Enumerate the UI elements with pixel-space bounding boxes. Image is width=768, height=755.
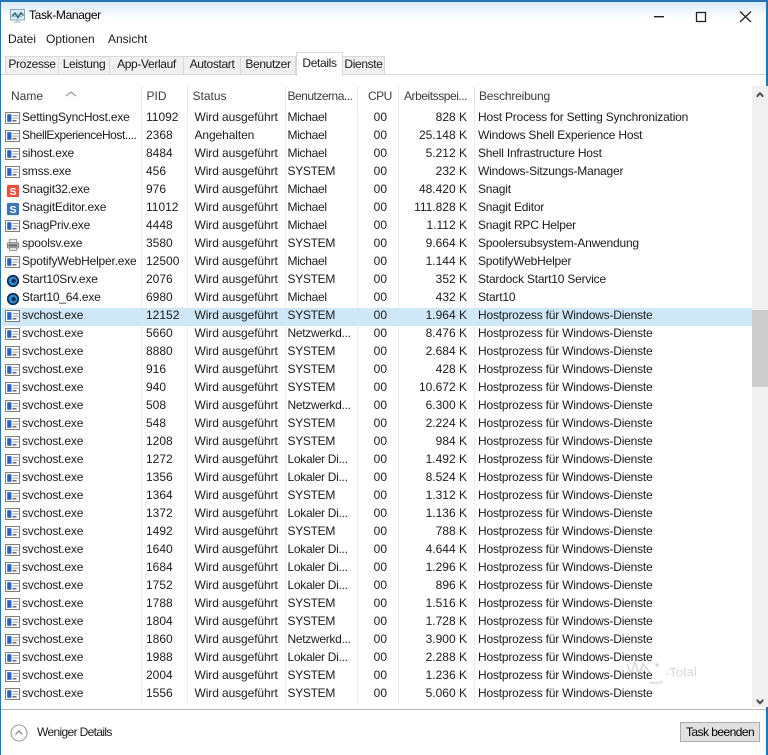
svg-text:S: S [9,203,16,215]
svg-text:S: S [9,185,16,197]
svg-text:-Total: -Total [665,664,698,681]
